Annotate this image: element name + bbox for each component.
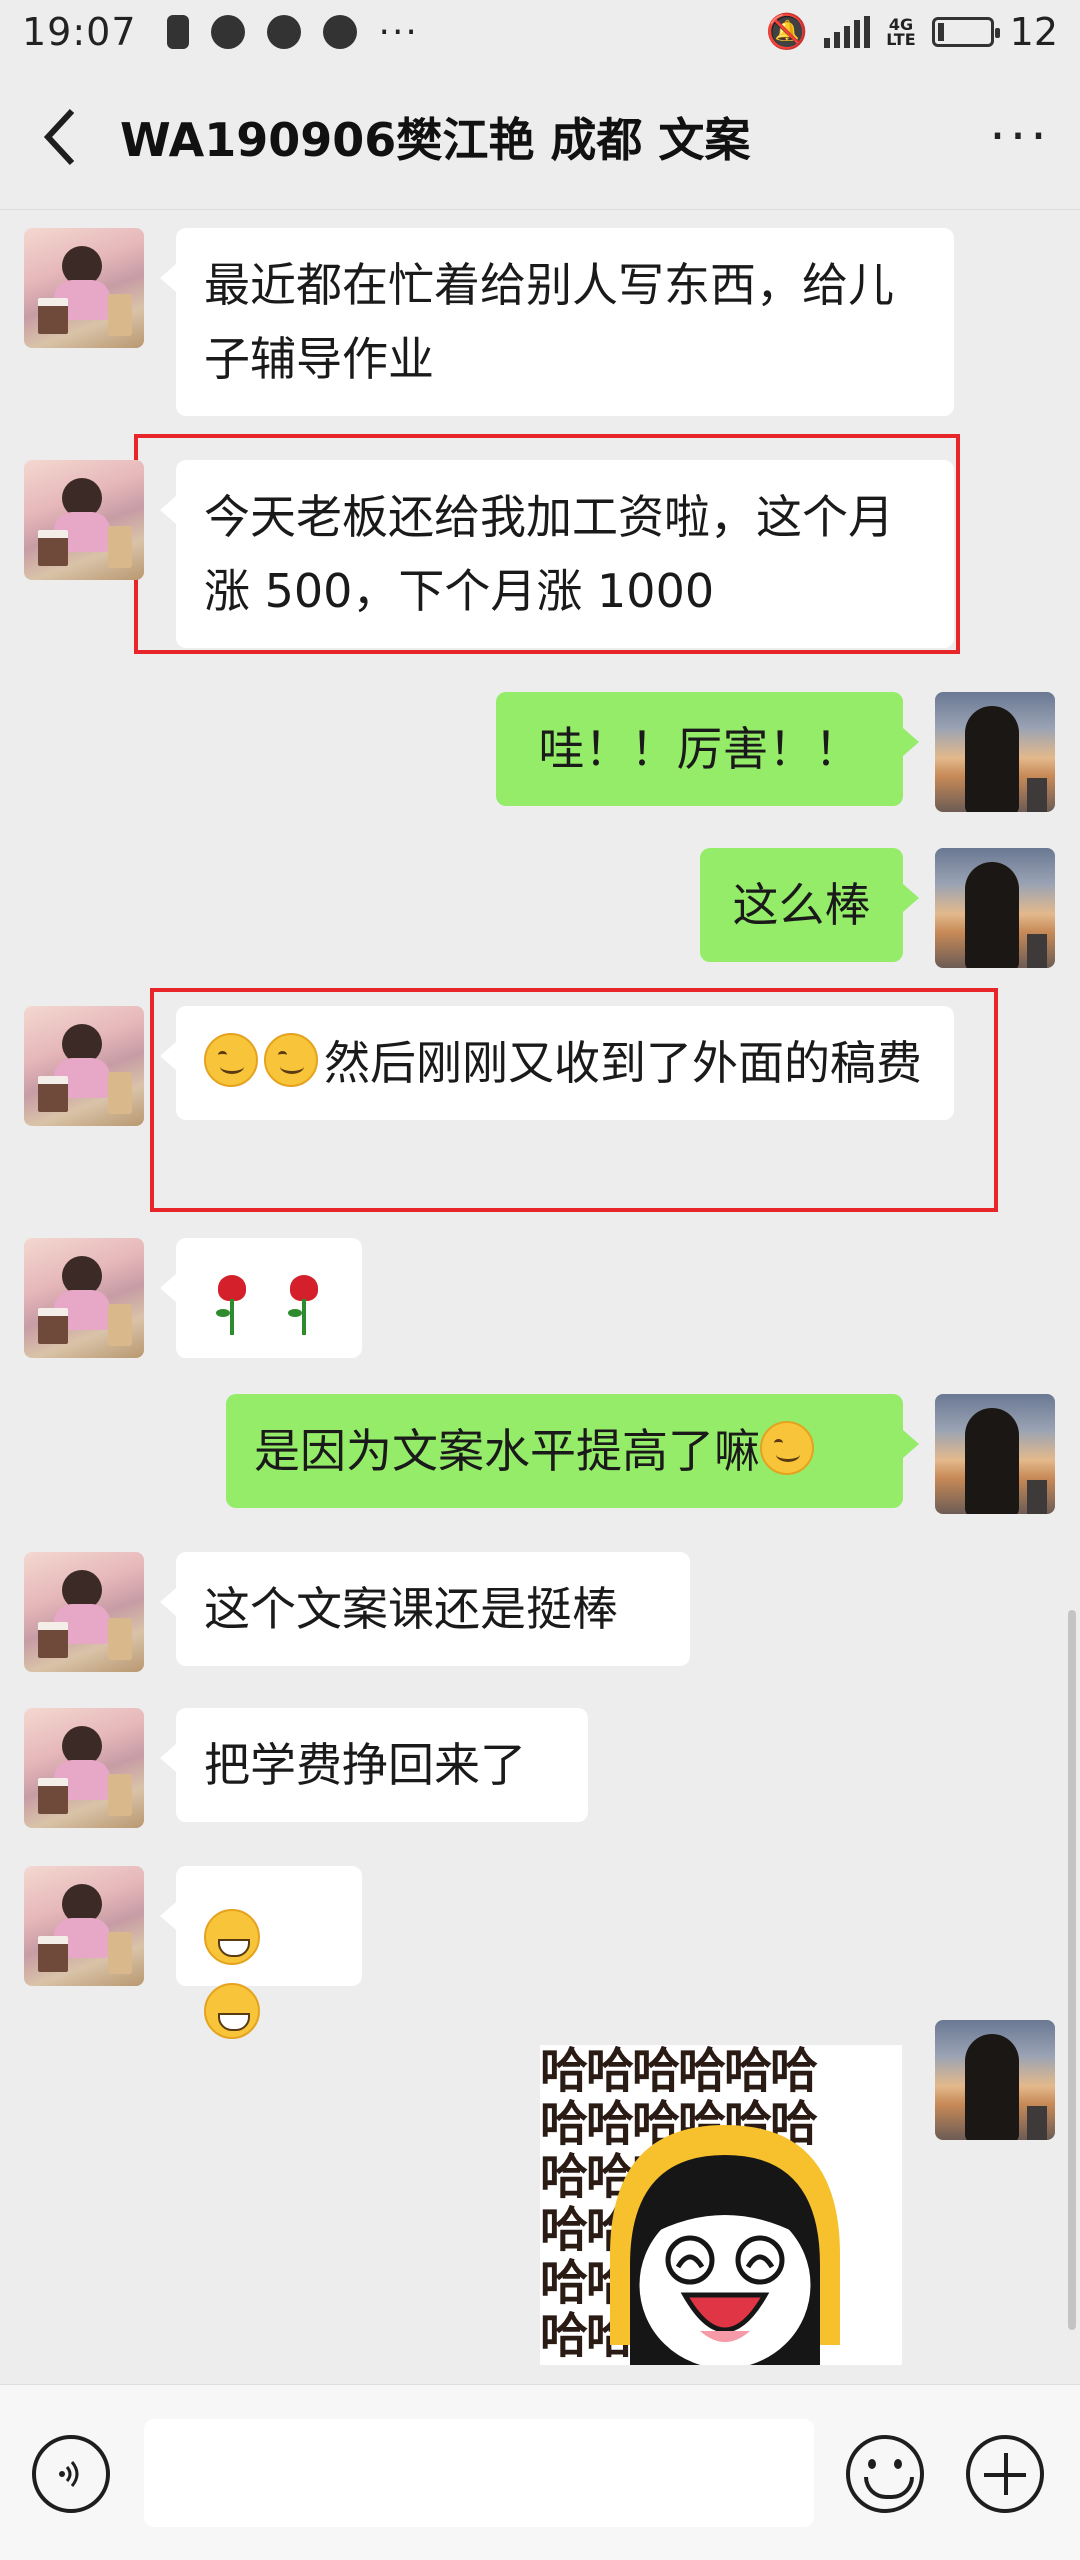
my-avatar[interactable] <box>935 2020 1055 2140</box>
scrollbar[interactable] <box>1068 1610 1076 2330</box>
contact-avatar[interactable] <box>24 1006 144 1126</box>
chat-notification-icon <box>210 15 245 49</box>
more-options-button[interactable]: ··· <box>960 64 1080 210</box>
my-avatar[interactable] <box>935 692 1055 812</box>
contact-avatar[interactable] <box>24 1866 144 1986</box>
notification-icon <box>166 15 189 49</box>
rose-icon <box>282 1273 326 1337</box>
my-avatar[interactable] <box>935 1394 1055 1514</box>
input-bar <box>0 2384 1080 2560</box>
chat-header: WA190906樊江艳 成都 文案 ··· <box>0 64 1080 210</box>
contact-avatar[interactable] <box>24 1552 144 1672</box>
message-bubble[interactable]: 把学费挣回来了 <box>160 1708 588 1822</box>
signal-icon <box>824 16 871 48</box>
message-input[interactable] <box>144 2419 814 2527</box>
message-bubble[interactable]: 是因为文案水平提高了嘛 <box>226 1394 919 1508</box>
message-bubble[interactable] <box>160 1866 362 2039</box>
my-avatar[interactable] <box>935 848 1055 968</box>
contact-avatar[interactable] <box>24 228 144 348</box>
contact-avatar[interactable] <box>24 1708 144 1828</box>
more-actions-button[interactable] <box>966 2435 1044 2513</box>
message-bubble[interactable]: 然后刚刚又收到了外面的稿费 <box>160 1006 954 1120</box>
laughing-girl-face-icon <box>610 2125 840 2365</box>
back-button[interactable] <box>0 64 120 210</box>
emoji-button[interactable] <box>846 2435 924 2513</box>
status-time: 19:07 <box>22 10 137 54</box>
battery-icon <box>931 17 1000 47</box>
notification-icons: ··· <box>166 11 419 53</box>
grinning-face-icon <box>204 1908 260 1965</box>
smiling-face-icon <box>264 1033 318 1087</box>
contact-avatar[interactable] <box>24 460 144 580</box>
message-text: 然后刚刚又收到了外面的稿费 <box>324 1036 922 1090</box>
chevron-left-icon <box>43 108 75 165</box>
message-bubble[interactable]: 这个文案课还是挺棒 <box>160 1552 690 1666</box>
chat-title: WA190906樊江艳 成都 文案 <box>120 112 751 167</box>
voice-icon <box>59 2461 79 2487</box>
message-bubble[interactable]: 最近都在忙着给别人写东西，给儿子辅导作业 <box>160 228 954 416</box>
voice-button[interactable] <box>32 2435 110 2513</box>
message-icon <box>322 15 357 49</box>
message-list[interactable]: 最近都在忙着给别人写东西，给儿子辅导作业 今天老板还给我加工资啦，这个月涨 50… <box>0 210 1080 2380</box>
grinning-face-icon <box>204 1982 260 2039</box>
network-type: 4G LTE <box>886 15 916 49</box>
message-bubble[interactable]: 哇！！厉害！！ <box>496 692 919 806</box>
battery-percent: 12 <box>1009 10 1058 54</box>
rose-icon <box>210 1273 254 1337</box>
message-bubble[interactable]: 这么棒 <box>700 848 919 962</box>
message-text: 是因为文案水平提高了嘛 <box>254 1424 760 1478</box>
contact-avatar[interactable] <box>24 1238 144 1358</box>
account-icon <box>266 15 301 49</box>
message-bubble[interactable]: 今天老板还给我加工资啦，这个月涨 500，下个月涨 1000 <box>160 460 954 648</box>
more-notifications-icon: ··· <box>378 11 419 53</box>
message-bubble[interactable] <box>160 1238 362 1358</box>
mute-icon: 🔕 <box>765 12 809 52</box>
smirk-face-icon <box>760 1421 814 1475</box>
laughing-girl-sticker[interactable]: 哈哈哈哈哈哈 哈哈哈哈哈哈 哈哈哈哈哈哈 哈哈哈哈哈哈 哈哈哈哈哈哈 哈哈哈哈哈… <box>540 2045 902 2365</box>
smiling-face-icon <box>204 1033 258 1087</box>
status-bar: 19:07 ··· 🔕 4G LTE 12 <box>0 0 1080 64</box>
